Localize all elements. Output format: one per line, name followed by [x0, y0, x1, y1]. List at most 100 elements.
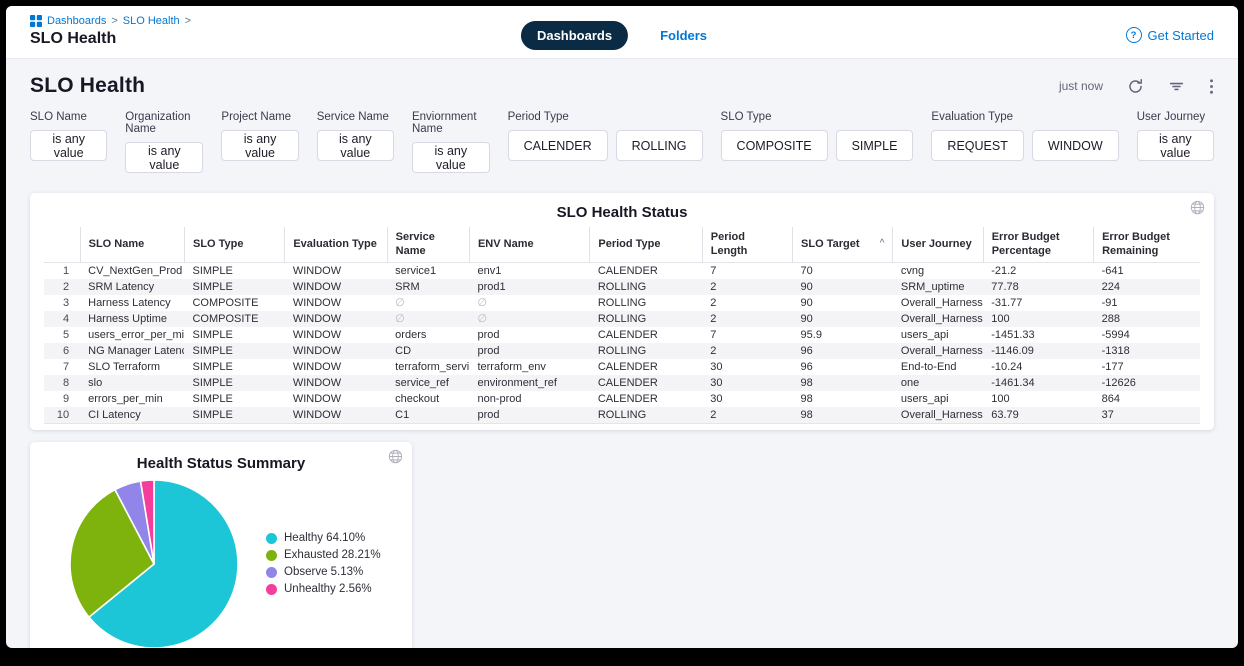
filter-group-service-name: Service Nameis any value	[317, 111, 394, 173]
cell-evaluation-type: WINDOW	[285, 262, 387, 279]
column-header-period-type[interactable]: Period Type	[590, 227, 702, 262]
cell-slo-type: SIMPLE	[184, 262, 284, 279]
column-header-error-budget-percentage[interactable]: Error Budget Percentage	[983, 227, 1093, 262]
cell-error-budget-remaining: 864	[1094, 391, 1200, 407]
kebab-menu-icon	[1209, 83, 1214, 98]
cell-error-budget-percentage: -1461.34	[983, 375, 1093, 391]
filter-label: Evaluation Type	[931, 111, 1118, 123]
heading-row: SLO Health just now	[30, 74, 1214, 98]
filter-button-is-any-value[interactable]: is any value	[221, 130, 298, 161]
filter-button-request[interactable]: REQUEST	[931, 130, 1023, 161]
table-body: 1CV_NextGen_ProdSIMPLEWINDOWservice1env1…	[44, 262, 1200, 423]
cell-env-name: ∅	[469, 311, 589, 327]
cell-period-type: CALENDER	[590, 391, 702, 407]
filter-button[interactable]	[1168, 78, 1185, 95]
filter-button-is-any-value[interactable]: is any value	[317, 130, 394, 161]
tab-dashboards[interactable]: Dashboards	[521, 21, 628, 50]
cell-evaluation-type: WINDOW	[285, 311, 387, 327]
filter-button-is-any-value[interactable]: is any value	[30, 130, 107, 161]
legend-label: Exhausted 28.21%	[284, 547, 381, 564]
column-header-user-journey[interactable]: User Journey	[893, 227, 983, 262]
filter-bar: SLO Name is any value Organization Name is …	[30, 111, 1214, 173]
cell-period-length: 7	[702, 327, 792, 343]
filter-label: Organization Name	[125, 111, 203, 135]
filter-buttons: is any value	[412, 142, 490, 173]
tab-folders[interactable]: Folders	[644, 21, 723, 50]
sort-asc-icon: ^	[880, 237, 885, 250]
column-header-slo-type[interactable]: SLO Type	[184, 227, 284, 262]
more-options-button[interactable]	[1209, 78, 1214, 95]
cell-slo-type: SIMPLE	[184, 407, 284, 424]
filter-icon	[1168, 83, 1185, 98]
cell-slo-target: 96	[793, 343, 893, 359]
cell-error-budget-percentage: 100	[983, 311, 1093, 327]
cell-env-name: prod	[469, 407, 589, 424]
get-started-link[interactable]: ? Get Started	[1126, 27, 1214, 43]
cell-user-journey: cvng	[893, 262, 983, 279]
cell-slo-name: Harness Uptime	[80, 311, 184, 327]
filter-button-composite[interactable]: COMPOSITE	[721, 130, 828, 161]
cell-slo-target: 96	[793, 359, 893, 375]
legend-item-healthy[interactable]: Healthy 64.10%	[266, 530, 381, 547]
legend-item-observe[interactable]: Observe 5.13%	[266, 564, 381, 581]
filter-buttons: is any value	[317, 130, 394, 161]
filter-label: SLO Name	[30, 111, 107, 123]
cell-evaluation-type: WINDOW	[285, 391, 387, 407]
column-header-evaluation-type[interactable]: Evaluation Type	[285, 227, 387, 262]
legend-dot	[266, 584, 277, 595]
cell-slo-target: 98	[793, 391, 893, 407]
last-refreshed: just now	[1059, 79, 1103, 93]
filter-button-calender[interactable]: CALENDER	[508, 130, 608, 161]
row-number: 4	[44, 311, 80, 327]
filter-button-simple[interactable]: SIMPLE	[836, 130, 914, 161]
cell-user-journey: End-to-End	[893, 359, 983, 375]
cell-error-budget-percentage: -21.2	[983, 262, 1093, 279]
cell-period-type: ROLLING	[590, 343, 702, 359]
row-number: 1	[44, 262, 80, 279]
breadcrumb-slo-health[interactable]: SLO Health	[123, 15, 180, 27]
table-row: 10CI LatencySIMPLEWINDOWC1prodROLLING298…	[44, 407, 1200, 424]
cell-slo-name: slo	[80, 375, 184, 391]
cell-env-name: terraform_env	[469, 359, 589, 375]
cell-user-journey: users_api	[893, 391, 983, 407]
column-header-error-budget-remaining[interactable]: Error Budget Remaining	[1094, 227, 1200, 262]
refresh-button[interactable]	[1127, 78, 1144, 95]
breadcrumb-dashboards[interactable]: Dashboards	[47, 15, 106, 27]
cell-env-name: prod	[469, 327, 589, 343]
filter-buttons: CALENDER ROLLING	[508, 130, 703, 161]
cell-evaluation-type: WINDOW	[285, 343, 387, 359]
cell-error-budget-remaining: 288	[1094, 311, 1200, 327]
filter-button-window[interactable]: WINDOW	[1032, 130, 1119, 161]
column-header-period-length[interactable]: Period Length	[702, 227, 792, 262]
cell-slo-target: 70	[793, 262, 893, 279]
legend-dot	[266, 550, 277, 561]
filter-button-is-any-value[interactable]: is any value	[1137, 130, 1214, 161]
filter-button-is-any-value[interactable]: is any value	[125, 142, 203, 173]
cell-env-name: ∅	[469, 295, 589, 311]
filter-buttons: REQUEST WINDOW	[931, 130, 1118, 161]
column-header-slo-target[interactable]: SLO Target^	[793, 227, 893, 262]
cell-slo-type: SIMPLE	[184, 343, 284, 359]
dashboard-content: SLO Health just now	[6, 59, 1238, 648]
filter-group-slo-name: SLO Name is any value	[30, 111, 107, 173]
column-header-service-name[interactable]: Service Name	[387, 227, 469, 262]
filter-button-rolling[interactable]: ROLLING	[616, 130, 703, 161]
breadcrumb-separator: >	[111, 15, 117, 27]
cell-service-name: CD	[387, 343, 469, 359]
row-number: 10	[44, 407, 80, 424]
cell-user-journey: users_api	[893, 327, 983, 343]
cell-period-length: 30	[702, 391, 792, 407]
column-header-env-name[interactable]: ENV Name	[469, 227, 589, 262]
slo-table: SLO NameSLO TypeEvaluation TypeService N…	[44, 227, 1200, 424]
top-bar: Dashboards > SLO Health > SLO Health Das…	[6, 6, 1238, 59]
legend-item-unhealthy[interactable]: Unhealthy 2.56%	[266, 581, 381, 598]
row-number: 7	[44, 359, 80, 375]
column-header-slo-name[interactable]: SLO Name	[80, 227, 184, 262]
cell-user-journey: Overall_Harness	[893, 343, 983, 359]
cell-period-length: 7	[702, 262, 792, 279]
legend-item-exhausted[interactable]: Exhausted 28.21%	[266, 547, 381, 564]
row-number: 2	[44, 279, 80, 295]
get-started-label: Get Started	[1148, 28, 1214, 43]
table-row: 8sloSIMPLEWINDOWservice_refenvironment_r…	[44, 375, 1200, 391]
filter-button-is-any-value[interactable]: is any value	[412, 142, 490, 173]
